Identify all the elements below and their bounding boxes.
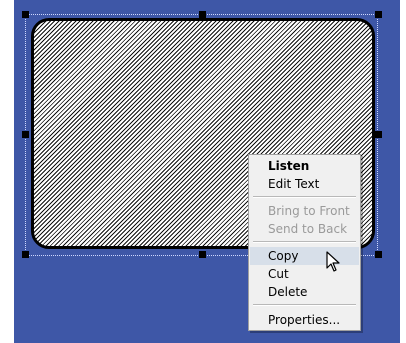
resize-handle-middle-left[interactable] <box>22 131 29 138</box>
resize-handle-top-left[interactable] <box>22 11 29 18</box>
arrow-cursor-icon <box>326 251 340 272</box>
menu-item-copy[interactable]: Copy <box>250 247 359 265</box>
application-canvas: Listen Edit Text Bring to Front Send to … <box>0 0 406 343</box>
resize-handle-bottom-right[interactable] <box>375 251 382 258</box>
menu-item-edit-text[interactable]: Edit Text <box>250 175 359 193</box>
menu-item-bring-to-front: Bring to Front <box>268 204 350 218</box>
resize-handle-bottom-center[interactable] <box>199 251 206 258</box>
menu-item-send-to-back: Send to Back <box>268 222 348 236</box>
resize-handle-top-right[interactable] <box>375 11 382 18</box>
menu-item-properties[interactable]: Properties... <box>250 311 359 329</box>
context-menu: Listen Edit Text Bring to Front Send to … <box>248 154 361 331</box>
resize-handle-top-center[interactable] <box>199 11 206 18</box>
menu-separator <box>253 196 356 198</box>
menu-separator <box>253 241 356 243</box>
menu-separator <box>253 304 356 306</box>
resize-handle-middle-right[interactable] <box>375 131 382 138</box>
menu-item-delete[interactable]: Delete <box>250 283 359 301</box>
menu-item-cut[interactable]: Cut <box>250 265 359 283</box>
menu-item-listen[interactable]: Listen <box>250 157 359 175</box>
resize-handle-bottom-left[interactable] <box>22 251 29 258</box>
